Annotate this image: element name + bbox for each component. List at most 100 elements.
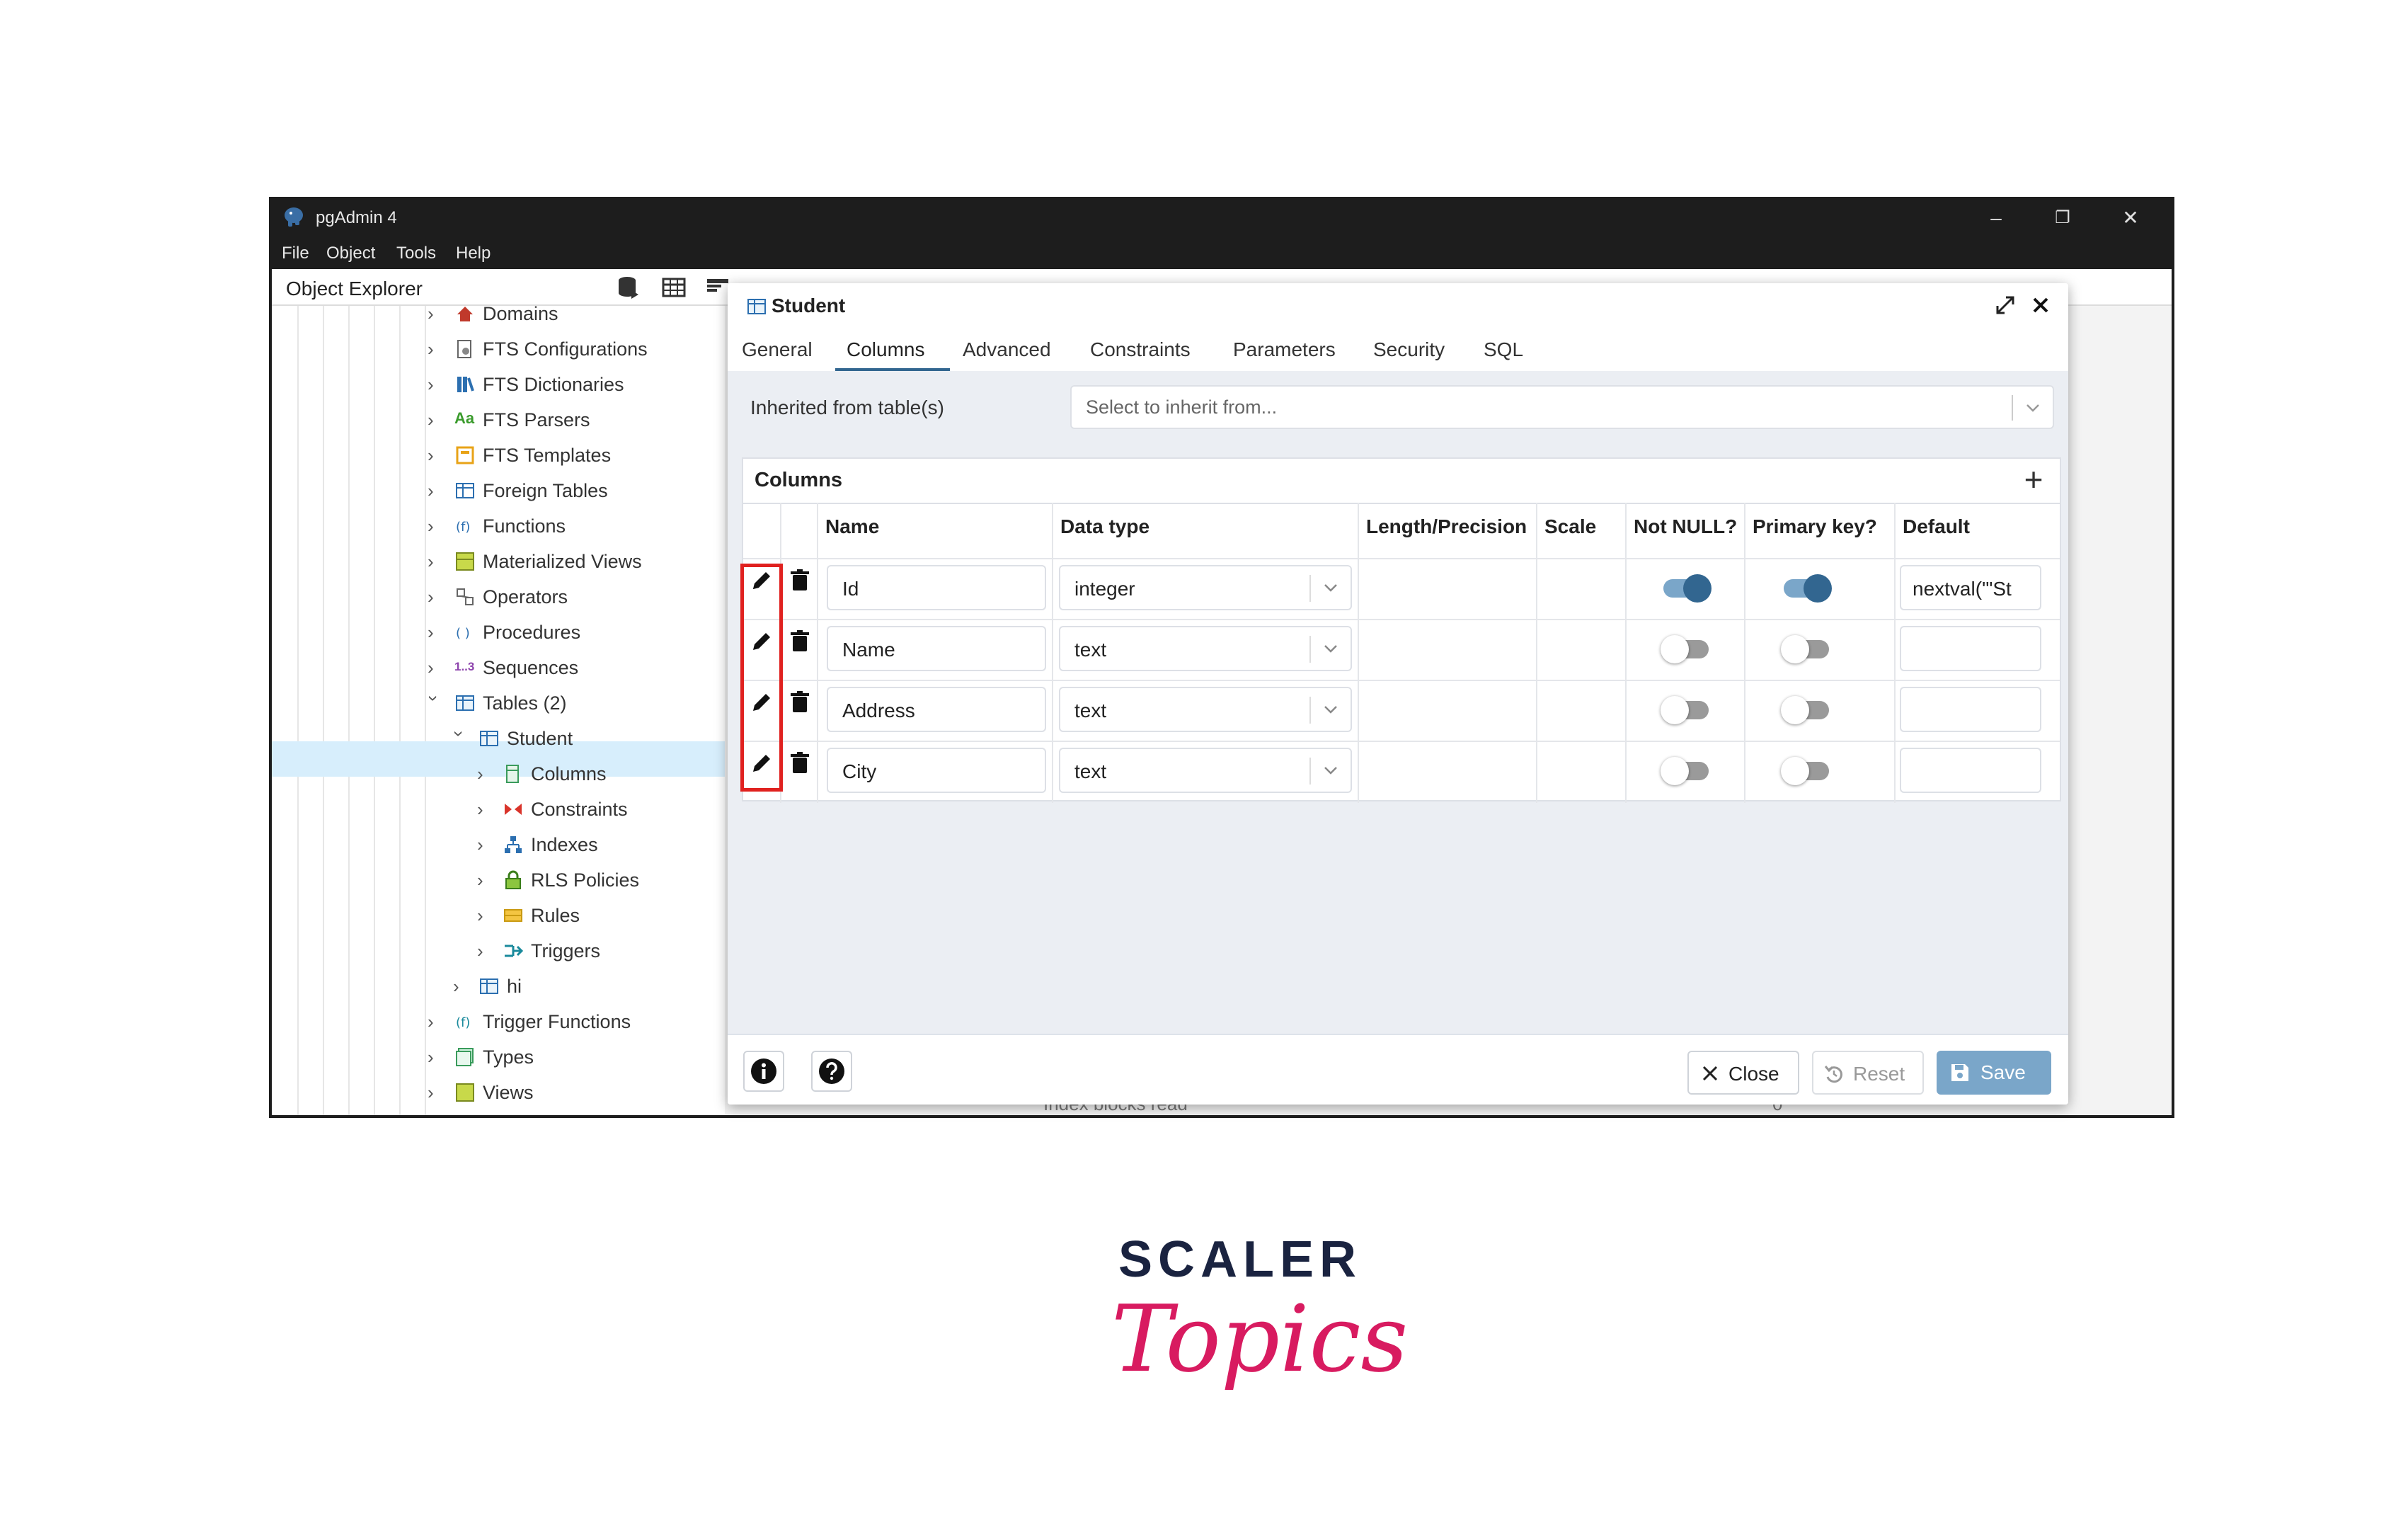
tree-node-fts-parsers[interactable]: › Aa FTS Parsers: [272, 402, 725, 438]
chevron-right-icon[interactable]: ›: [428, 1082, 443, 1103]
chevron-right-icon[interactable]: ›: [428, 374, 443, 395]
column-name-input[interactable]: Name: [827, 626, 1046, 671]
tab-general[interactable]: General: [742, 338, 813, 361]
chevron-right-icon[interactable]: ›: [428, 338, 443, 360]
data-type-select[interactable]: text: [1059, 626, 1352, 671]
chevron-down-icon[interactable]: ›: [449, 731, 470, 746]
restore-icon[interactable]: ❐: [2048, 204, 2077, 232]
column-name-input[interactable]: City: [827, 748, 1046, 793]
chevron-right-icon[interactable]: ›: [428, 515, 443, 537]
close-icon: [1702, 1066, 1718, 1081]
chevron-right-icon[interactable]: ›: [477, 763, 493, 784]
chevron-down-icon[interactable]: [1321, 578, 1341, 598]
tab-sql[interactable]: SQL: [1484, 338, 1523, 361]
object-tree: › Domains › FTS Configurations › FTS Dic…: [272, 303, 725, 1115]
primary-key-toggle[interactable]: [1784, 574, 1832, 603]
tree-node-domains[interactable]: › Domains: [272, 296, 725, 331]
default-input[interactable]: [1900, 687, 2041, 732]
chevron-right-icon[interactable]: ›: [477, 905, 493, 926]
chevron-right-icon[interactable]: ›: [477, 834, 493, 855]
primary-key-toggle[interactable]: [1781, 635, 1829, 663]
window-close-icon[interactable]: ✕: [2116, 204, 2145, 232]
menu-object[interactable]: Object: [326, 244, 375, 263]
add-row-button[interactable]: +: [2017, 463, 2050, 496]
tree-node-sequences[interactable]: › 1..3 Sequences: [272, 650, 725, 685]
not-null-toggle[interactable]: [1661, 696, 1709, 724]
tree-node-operators[interactable]: › Operators: [272, 579, 725, 615]
trash-icon[interactable]: [787, 629, 813, 654]
data-type-select[interactable]: integer: [1059, 565, 1352, 610]
tree-node-student[interactable]: › Student: [272, 721, 725, 756]
chevron-right-icon[interactable]: ›: [428, 657, 443, 678]
chevron-right-icon[interactable]: ›: [428, 622, 443, 643]
tree-node-types[interactable]: › Types: [272, 1039, 725, 1075]
tree-node-fts-configurations[interactable]: › FTS Configurations: [272, 331, 725, 367]
chevron-right-icon[interactable]: ›: [428, 586, 443, 607]
tree-node-fts-templates[interactable]: › FTS Templates: [272, 438, 725, 473]
close-button[interactable]: Close: [1687, 1051, 1799, 1095]
menu-help[interactable]: Help: [456, 244, 491, 263]
not-null-toggle[interactable]: [1661, 757, 1709, 785]
chevron-down-icon[interactable]: [1321, 639, 1341, 658]
help-button[interactable]: [811, 1051, 852, 1092]
tree-node-indexes[interactable]: › Indexes: [272, 827, 725, 862]
chevron-right-icon[interactable]: ›: [477, 940, 493, 961]
chevron-right-icon[interactable]: ›: [428, 303, 443, 324]
tree-node-trigger-functions[interactable]: › (f) Trigger Functions: [272, 1004, 725, 1039]
tree-node-functions[interactable]: › (f) Functions: [272, 508, 725, 544]
chevron-down-icon[interactable]: [1321, 700, 1341, 719]
chevron-right-icon[interactable]: ›: [428, 551, 443, 572]
info-button[interactable]: [743, 1051, 784, 1092]
tree-node-columns[interactable]: › Columns: [272, 756, 725, 792]
chevron-down-icon[interactable]: [1321, 760, 1341, 780]
data-type-select[interactable]: text: [1059, 748, 1352, 793]
chevron-right-icon[interactable]: ›: [428, 480, 443, 501]
column-name-input[interactable]: Address: [827, 687, 1046, 732]
tree-node-materialized-views[interactable]: › Materialized Views: [272, 544, 725, 579]
chevron-down-icon[interactable]: [2023, 398, 2043, 418]
primary-key-toggle[interactable]: [1781, 696, 1829, 724]
chevron-right-icon[interactable]: ›: [428, 1046, 443, 1068]
tree-node-constraints[interactable]: › Constraints: [272, 792, 725, 827]
chevron-right-icon[interactable]: ›: [477, 869, 493, 891]
maximize-icon[interactable]: [1995, 295, 2016, 316]
column-name-input[interactable]: Id: [827, 565, 1046, 610]
not-null-toggle[interactable]: [1663, 574, 1712, 603]
trash-icon[interactable]: [787, 568, 813, 593]
chevron-right-icon[interactable]: ›: [428, 1011, 443, 1032]
tab-advanced[interactable]: Advanced: [963, 338, 1051, 361]
chevron-right-icon[interactable]: ›: [477, 799, 493, 820]
menu-file[interactable]: File: [282, 244, 309, 263]
chevron-right-icon[interactable]: ›: [453, 976, 469, 997]
menu-tools[interactable]: Tools: [396, 244, 436, 263]
dialog-close-icon[interactable]: [2030, 295, 2051, 316]
tree-node-fts-dictionaries[interactable]: › FTS Dictionaries: [272, 367, 725, 402]
not-null-toggle[interactable]: [1661, 635, 1709, 663]
chevron-down-icon[interactable]: ›: [423, 695, 445, 711]
tree-node-rules[interactable]: › Rules: [272, 898, 725, 933]
tree-node-foreign-tables[interactable]: › Foreign Tables: [272, 473, 725, 508]
tree-node-procedures[interactable]: › ( ) Procedures: [272, 615, 725, 650]
tree-node-views[interactable]: › Views: [272, 1075, 725, 1110]
default-input[interactable]: [1900, 626, 2041, 671]
chevron-right-icon[interactable]: ›: [428, 409, 443, 430]
reset-button[interactable]: Reset: [1812, 1051, 1924, 1095]
tree-node-rls-policies[interactable]: › RLS Policies: [272, 862, 725, 898]
tab-security[interactable]: Security: [1373, 338, 1445, 361]
data-type-select[interactable]: text: [1059, 687, 1352, 732]
tab-constraints[interactable]: Constraints: [1090, 338, 1191, 361]
primary-key-toggle[interactable]: [1781, 757, 1829, 785]
default-input[interactable]: nextval('"St: [1900, 565, 2041, 610]
save-button[interactable]: Save: [1937, 1051, 2051, 1095]
default-input[interactable]: [1900, 748, 2041, 793]
trash-icon[interactable]: [787, 690, 813, 715]
minimize-icon[interactable]: –: [1982, 204, 2010, 232]
tree-node-hi[interactable]: › hi: [272, 969, 725, 1004]
tab-parameters[interactable]: Parameters: [1233, 338, 1336, 361]
tree-node-triggers[interactable]: › Triggers: [272, 933, 725, 969]
chevron-right-icon[interactable]: ›: [428, 445, 443, 466]
tree-node-tables[interactable]: › Tables (2): [272, 685, 725, 721]
trash-icon[interactable]: [787, 751, 813, 776]
inherit-select[interactable]: Select to inherit from...: [1070, 385, 2054, 429]
tab-columns[interactable]: Columns: [847, 338, 924, 361]
